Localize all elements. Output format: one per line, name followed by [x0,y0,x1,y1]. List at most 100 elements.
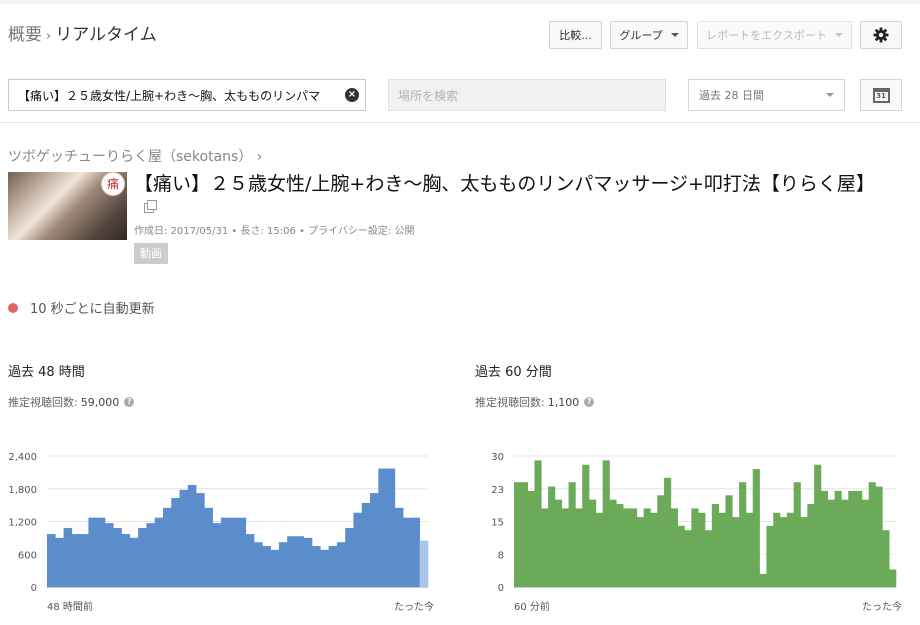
chart-48h: 0 600 1,200 1,800 2,400 48 時間前 たった今 [8,452,434,613]
chart-bar [353,512,363,587]
chart-bar [875,486,883,587]
chart-bar [657,495,665,587]
chart-bar [718,512,726,587]
chart-bar [650,512,658,587]
chart-bar [96,517,106,587]
chart-bar [623,508,631,587]
chart-bar [345,528,354,587]
compare-button[interactable]: 比較... [549,21,602,49]
chart-bar [47,534,56,587]
date-range-value: 過去 28 日間 [699,89,764,102]
calendar-button[interactable]: 31 [860,79,902,111]
chart-bar [254,542,263,587]
meta-dot: • [231,226,238,237]
place-search-input[interactable]: 場所を検索 [388,79,666,111]
video-thumbnail[interactable]: 痛 [8,172,127,240]
chart-bar [220,517,230,587]
external-link-icon[interactable] [144,200,157,213]
chart-bar [691,508,699,587]
chart-bar [629,508,638,587]
y-tick-label: 1,800 [8,485,37,496]
chart-bar [245,534,255,587]
chart-bar [636,517,644,587]
chart-60m: 0 8 15 23 30 60 分前 たった今 [491,452,902,613]
video-search-value: 【痛い】２５歳女性/上腕+わき～胸、太もものリンパマ [18,88,321,103]
help-icon[interactable]: ? [584,397,595,407]
chart-bar [229,517,238,587]
video-title: 【痛い】２５歳女性/上腕+わき～胸、太もものリンパマッサージ+叩打法【りらく屋】 [134,172,894,222]
chart-bar [328,546,338,587]
settings-button[interactable] [860,21,902,49]
breadcrumb: 概要 › リアルタイム [8,20,157,45]
x-start-label: 48 時間前 [47,600,93,613]
chart-bar [162,507,172,587]
chart-bar [814,464,822,587]
chart-bar [104,523,114,587]
channel-link[interactable]: ツボゲッチューりらく屋（sekotans） › [8,146,262,166]
chart-bar [527,490,535,587]
chart-bar [773,512,781,587]
chart-bar [303,537,313,587]
chart-bar [834,490,842,587]
chart-bar [745,512,754,587]
created-date: 作成日: 2017/05/31 [134,226,229,237]
place-search-placeholder: 場所を検索 [398,88,459,103]
breadcrumb-overview-link[interactable]: 概要 [8,25,42,45]
chart-bar [664,477,672,587]
chart-bar [739,482,747,587]
chart-bar [609,499,617,587]
meta-dot: • [299,226,305,237]
panel-60m-title: 過去 60 分間 [475,365,552,380]
top-strip [0,0,920,4]
date-range-select[interactable]: 過去 28 日間 [688,79,845,111]
chart-bar [677,525,685,587]
chart-bar [378,468,387,587]
chart-bar [602,460,610,587]
chart-bar [278,542,288,587]
chart-bar [548,486,556,587]
export-report-button[interactable]: レポートをエクスポート [697,21,852,49]
chart-bar [732,517,740,587]
chart-bar [670,508,679,587]
y-tick-label: 0 [31,583,37,594]
auto-refresh-label: 10 秒ごとに自動更新 [30,302,155,317]
channel-name: ツボゲッチューりらく屋（sekotans） [8,149,253,165]
chart-bar [861,499,870,587]
panel-60m-views: 推定視聴回数: 1,100 ? [475,394,595,410]
chart-bar [187,484,197,587]
chart-bar [841,499,849,587]
chart-bar [403,517,412,587]
chart-bar [780,517,788,587]
chart-bar [196,493,205,587]
content-type-badge: 動画 [134,243,168,264]
x-end-label: たった今 [862,600,902,613]
video-title-text: 【痛い】２５歳女性/上腕+わき～胸、太もものリンパマッサージ+叩打法【りらく屋】 [134,173,875,195]
chart-bar [561,508,569,587]
chart-bar [212,523,222,587]
views-label: 推定視聴回数: [475,396,545,409]
group-button[interactable]: グループ [610,21,688,49]
y-tick-label: 600 [18,550,37,561]
gear-icon [873,27,889,43]
y-tick-label: 8 [498,550,504,561]
x-start-label: 60 分前 [514,600,550,613]
chart-bar [520,482,528,587]
help-icon[interactable]: ? [124,397,135,407]
chevron-down-icon [670,33,679,37]
chart-bar [800,517,808,587]
chart-bar [514,482,522,587]
breadcrumb-current: リアルタイム [55,25,157,45]
chart-bar [138,528,147,587]
chart-bar [711,504,719,587]
video-search-input[interactable]: 【痛い】２５歳女性/上腕+わき～胸、太もものリンパマ × [8,79,366,111]
chart-bar [171,498,180,587]
chart-bar [361,502,371,587]
live-dot-icon [8,302,18,313]
chart-bar [63,528,73,587]
clear-icon[interactable]: × [345,88,359,102]
chevron-down-icon [826,93,834,97]
chart-bar [807,504,815,587]
chart-bar [336,542,346,587]
chart-bar [889,569,897,587]
chart-bar [554,499,563,587]
